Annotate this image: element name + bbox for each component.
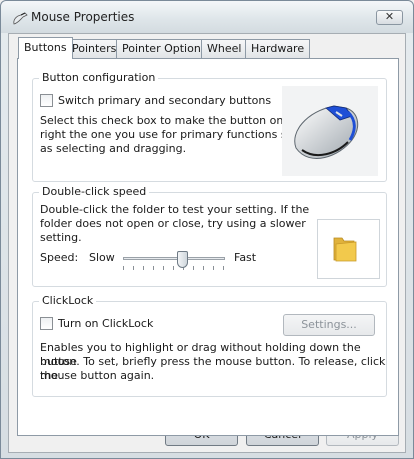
slider-tick bbox=[163, 266, 164, 270]
clicklock-checkbox[interactable] bbox=[40, 317, 53, 330]
buttons-tab-panel: Button configuration Switch primary and … bbox=[17, 58, 399, 436]
switch-buttons-label[interactable]: Switch primary and secondary buttons bbox=[58, 94, 271, 108]
clicklock-label[interactable]: Turn on ClickLock bbox=[58, 317, 153, 331]
button-configuration-group: Button configuration Switch primary and … bbox=[32, 71, 387, 182]
slider-tick bbox=[123, 266, 124, 270]
description-line: as selecting and dragging. bbox=[40, 142, 187, 155]
folder-icon[interactable] bbox=[332, 233, 358, 263]
fast-label: Fast bbox=[234, 251, 257, 264]
slider-track bbox=[123, 257, 225, 260]
slider-tick bbox=[133, 266, 134, 270]
description-line: right the one you use for primary functi… bbox=[40, 128, 307, 141]
slider-tick bbox=[203, 266, 204, 270]
description-line: setting. bbox=[40, 231, 82, 244]
mouse-preview bbox=[282, 86, 378, 176]
slow-label: Slow bbox=[89, 251, 115, 264]
switch-buttons-checkbox[interactable] bbox=[40, 94, 53, 107]
slider-tick bbox=[173, 266, 174, 270]
slider-tick bbox=[223, 266, 224, 270]
speed-label: Speed: bbox=[40, 251, 79, 264]
slider-tick bbox=[153, 266, 154, 270]
tab-pointer-options[interactable]: Pointer Options bbox=[116, 39, 213, 58]
group-title: Double-click speed bbox=[39, 185, 150, 198]
title-bar[interactable]: Mouse Properties ✕ bbox=[1, 1, 413, 33]
tab-wheel[interactable]: Wheel bbox=[201, 39, 248, 58]
clicklock-group: ClickLock Turn on ClickLock Settings... … bbox=[32, 294, 387, 397]
description-line: mouse button again. bbox=[40, 369, 155, 382]
slider-tick bbox=[143, 266, 144, 270]
close-icon: ✕ bbox=[384, 10, 395, 23]
double-click-speed-group: Double-click speed Double-click the fold… bbox=[32, 185, 387, 287]
slider-tick bbox=[213, 266, 214, 270]
slider-tick bbox=[193, 266, 194, 270]
window-title: Mouse Properties bbox=[31, 10, 135, 24]
test-area[interactable] bbox=[317, 219, 380, 279]
slider-thumb[interactable] bbox=[177, 251, 188, 268]
description-line: Double-click the folder to test your set… bbox=[40, 203, 310, 216]
description-line: folder does not open or close, try using… bbox=[40, 217, 306, 230]
tab-pointers[interactable]: Pointers bbox=[66, 39, 123, 58]
mouse-preview-icon bbox=[294, 105, 359, 159]
double-click-speed-slider[interactable] bbox=[123, 251, 225, 273]
description-line: Select this check box to make the button… bbox=[40, 114, 305, 127]
mouse-icon bbox=[13, 12, 28, 25]
group-title: Button configuration bbox=[39, 71, 159, 84]
clicklock-settings-button[interactable]: Settings... bbox=[283, 314, 375, 336]
close-button[interactable]: ✕ bbox=[376, 10, 403, 25]
group-title: ClickLock bbox=[39, 294, 97, 307]
mouse-properties-window: Mouse Properties ✕ Buttons Pointers Poin… bbox=[0, 0, 414, 459]
dialog-body: Buttons Pointers Pointer Options Wheel H… bbox=[8, 33, 406, 453]
tab-hardware[interactable]: Hardware bbox=[245, 39, 311, 58]
tab-buttons[interactable]: Buttons bbox=[18, 37, 73, 59]
